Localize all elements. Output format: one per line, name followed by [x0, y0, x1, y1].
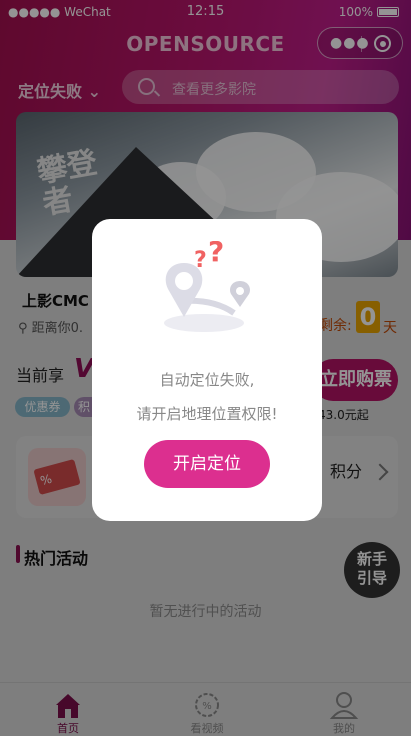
- dialog-message-line1: 自动定位失败,: [159, 371, 255, 389]
- enable-location-button[interactable]: 开启定位: [144, 440, 270, 488]
- svg-text:?: ?: [208, 241, 224, 268]
- location-failed-dialog: ? ? 自动定位失败, 请开启地理位置权限! 开启定位: [92, 219, 322, 521]
- svg-text:?: ?: [194, 248, 207, 273]
- dialog-message-line2: 请开启地理位置权限!: [136, 405, 278, 423]
- location-error-illustration-icon: ? ?: [164, 241, 250, 332]
